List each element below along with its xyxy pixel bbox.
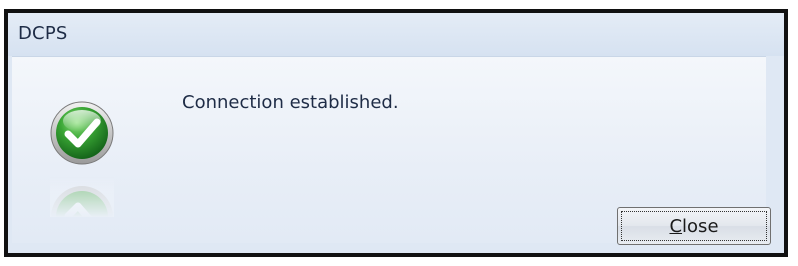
window-title: DCPS <box>18 23 68 44</box>
dialog-message: Connection established. <box>182 92 399 113</box>
message-dialog: DCPS Connection established. Close <box>4 9 788 257</box>
title-bar[interactable]: DCPS <box>8 13 784 56</box>
close-button[interactable]: Close <box>617 207 771 245</box>
success-checkmark-icon <box>50 101 114 165</box>
close-button-label-rest: lose <box>682 215 719 237</box>
icon-reflection <box>50 177 114 217</box>
close-button-label: Close <box>669 216 718 237</box>
close-button-mnemonic: C <box>669 215 683 237</box>
dialog-body: Connection established. Close <box>12 56 771 245</box>
